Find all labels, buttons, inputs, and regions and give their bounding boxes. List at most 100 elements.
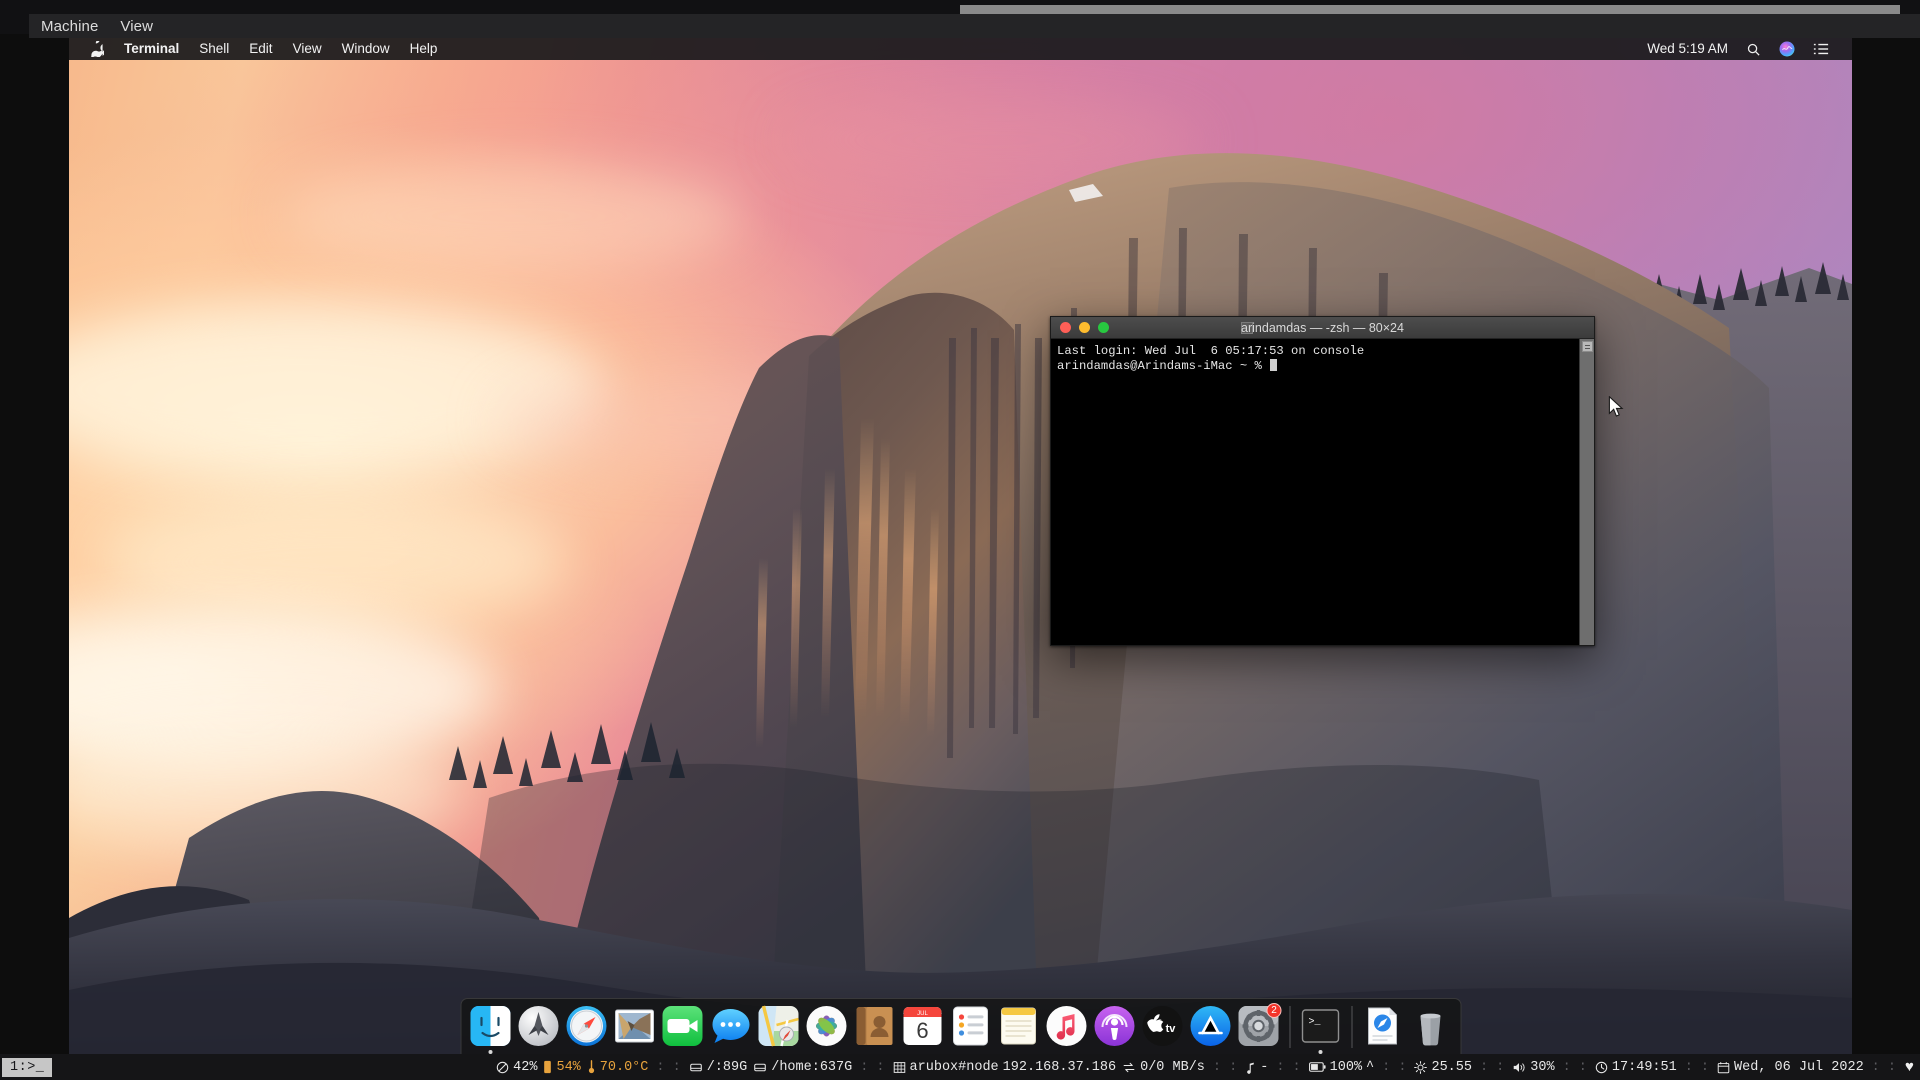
statusbar-cpu[interactable]: 42% — [493, 1060, 540, 1075]
statusbar-memory-value: 54% — [556, 1060, 580, 1075]
menu-edit[interactable]: Edit — [239, 38, 282, 60]
messages-icon — [710, 1005, 752, 1047]
statusbar-separator: : : — [855, 1060, 889, 1075]
dock-item-system-preferences[interactable]: 2 — [1236, 1002, 1281, 1054]
dock-item-app-store[interactable] — [1188, 1002, 1233, 1054]
terminal-window[interactable]: arindamdas — -zsh — 80×24 Last login: We… — [1050, 316, 1595, 646]
terminal-title: arindamdas — -zsh — 80×24 — [1051, 321, 1594, 335]
dock-item-terminal[interactable]: >_ — [1298, 1002, 1343, 1054]
heart-icon[interactable]: ♥ — [1901, 1059, 1914, 1076]
menu-shell[interactable]: Shell — [189, 38, 239, 60]
mouse-cursor — [1608, 396, 1624, 418]
statusbar-right-group: 42% 54% 70.0°C : : /:89G /home:637G : : — [493, 1059, 1920, 1076]
system-preferences-icon: 2 — [1238, 1005, 1280, 1047]
statusbar-disk-home[interactable]: /home:637G — [750, 1060, 855, 1075]
terminal-scrollbar[interactable] — [1579, 339, 1594, 645]
notification-badge: 2 — [1267, 1003, 1282, 1018]
terminal-titlebar[interactable]: arindamdas — -zsh — 80×24 — [1051, 317, 1594, 339]
apple-logo-icon[interactable] — [81, 41, 114, 57]
launchpad-icon — [518, 1005, 560, 1047]
disk-icon — [689, 1061, 703, 1074]
vm-menu-machine[interactable]: Machine — [41, 18, 98, 35]
calendar-month-label: JUL — [917, 1011, 928, 1017]
statusbar-separator: : : — [1475, 1060, 1509, 1075]
podcasts-icon — [1094, 1005, 1136, 1047]
appletv-icon: tv — [1142, 1005, 1184, 1047]
statusbar-disk-root-value: /:89G — [707, 1060, 748, 1075]
control-center-icon[interactable] — [1804, 42, 1838, 56]
statusbar-separator: : : — [1558, 1060, 1592, 1075]
transfer-icon — [1122, 1061, 1136, 1074]
dock-separator — [1351, 1006, 1352, 1048]
statusbar-clock[interactable]: 17:49:51 — [1592, 1060, 1680, 1075]
statusbar-separator: : : — [1867, 1060, 1901, 1075]
brightness-icon — [1414, 1061, 1427, 1074]
dock-item-music[interactable] — [1044, 1002, 1089, 1054]
dock-item-photos[interactable] — [804, 1002, 849, 1054]
dock-item-finder[interactable] — [468, 1002, 513, 1054]
vm-menu-view[interactable]: View — [120, 18, 153, 35]
statusbar-window-indicator[interactable]: 1:>_ — [2, 1058, 52, 1077]
statusbar-cpu-value: 42% — [513, 1060, 537, 1075]
disk-icon — [753, 1061, 767, 1074]
vm-progress-bar — [960, 5, 1900, 14]
menu-help[interactable]: Help — [400, 38, 448, 60]
svg-text:>_: >_ — [1309, 1017, 1322, 1028]
dock-item-maps[interactable] — [756, 1002, 801, 1054]
calendar-day-label: 6 — [916, 1018, 928, 1043]
trash-icon — [1410, 1005, 1452, 1047]
dock-item-mail[interactable] — [612, 1002, 657, 1054]
dock-item-messages[interactable] — [708, 1002, 753, 1054]
terminal-body[interactable]: Last login: Wed Jul 6 05:17:53 on consol… — [1051, 339, 1594, 645]
menu-terminal[interactable]: Terminal — [114, 38, 189, 60]
menu-view[interactable]: View — [283, 38, 332, 60]
statusbar-volume[interactable]: 30% — [1509, 1060, 1557, 1075]
macos-desktop: Terminal Shell Edit View Window Help Wed… — [69, 38, 1852, 1056]
statusbar-brightness[interactable]: 25.55 — [1411, 1060, 1475, 1075]
statusbar-disk-root[interactable]: /:89G — [686, 1060, 751, 1075]
dock-item-trash[interactable] — [1408, 1002, 1453, 1054]
statusbar-memory[interactable]: 54% — [540, 1060, 583, 1075]
siri-icon[interactable] — [1770, 41, 1804, 57]
svg-text:tv: tv — [1166, 1023, 1177, 1035]
menubar-clock[interactable]: Wed 5:19 AM — [1638, 38, 1737, 60]
dock-item-safari[interactable] — [564, 1002, 609, 1054]
battery-icon — [1309, 1061, 1326, 1073]
contacts-icon — [854, 1005, 896, 1047]
notes-icon — [998, 1005, 1040, 1047]
vm-menubar: Machine View — [29, 14, 1920, 38]
statusbar-temperature[interactable]: 70.0°C — [584, 1060, 652, 1075]
macos-menubar-left: Terminal Shell Edit View Window Help — [69, 38, 447, 60]
dock-item-notes[interactable] — [996, 1002, 1041, 1054]
dock-item-podcasts[interactable] — [1092, 1002, 1137, 1054]
dock-item-calendar[interactable]: JUL 6 — [900, 1002, 945, 1054]
dock-item-reminders[interactable] — [948, 1002, 993, 1054]
terminal-prompt: arindamdas@Arindams-iMac ~ % — [1057, 359, 1269, 373]
dock-item-facetime[interactable] — [660, 1002, 705, 1054]
terminal-scrollbar-thumb[interactable] — [1582, 341, 1593, 352]
dock-item-appletv[interactable]: tv — [1140, 1002, 1185, 1054]
statusbar-separator: : : — [1208, 1060, 1242, 1075]
dock-item-downloads-stack[interactable] — [1360, 1002, 1405, 1054]
statusbar-transfer[interactable]: 0/0 MB/s — [1119, 1060, 1208, 1075]
statusbar-battery[interactable]: 100% ^ — [1306, 1060, 1378, 1075]
statusbar-date[interactable]: Wed, 06 Jul 2022 — [1714, 1060, 1867, 1075]
menu-window[interactable]: Window — [332, 38, 400, 60]
statusbar-time-value: 17:49:51 — [1612, 1060, 1677, 1075]
terminal-prompt-line: arindamdas@Arindams-iMac ~ % — [1057, 359, 1588, 374]
network-icon — [893, 1061, 906, 1074]
host-status-bar: 1:>_ 42% 54% 70.0°C : : /:89G /home:637 — [0, 1054, 1920, 1080]
statusbar-music[interactable]: - — [1242, 1060, 1271, 1075]
macos-menubar: Terminal Shell Edit View Window Help Wed… — [69, 38, 1852, 60]
statusbar-separator: : : — [1271, 1060, 1305, 1075]
vm-window-topbar: Machine View — [0, 0, 1920, 34]
statusbar-network[interactable]: arubox#node 192.168.37.186 — [890, 1060, 1120, 1075]
search-icon[interactable] — [1737, 42, 1770, 57]
statusbar-disk-home-value: /home:637G — [771, 1060, 852, 1075]
statusbar-separator: : : — [651, 1060, 685, 1075]
dock-item-launchpad[interactable] — [516, 1002, 561, 1054]
dock-separator — [1289, 1006, 1290, 1048]
music-note-icon — [1245, 1061, 1256, 1074]
macos-dock: JUL 6 — [460, 998, 1461, 1054]
dock-item-contacts[interactable] — [852, 1002, 897, 1054]
